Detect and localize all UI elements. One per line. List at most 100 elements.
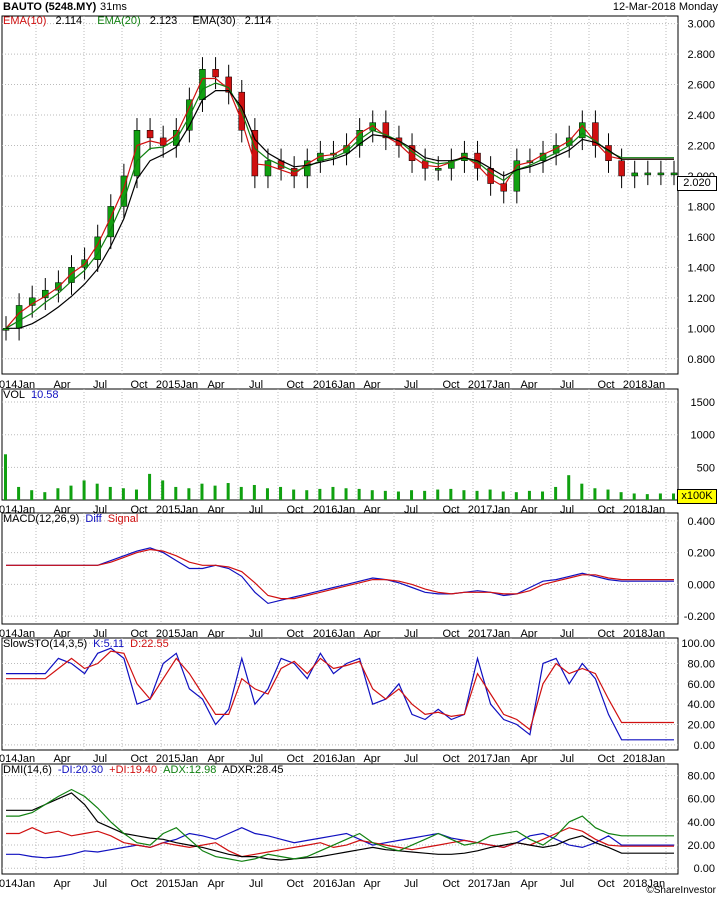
price-y-tick-label: 1.400 [687, 262, 715, 274]
sto-x-tick-label: Apr [363, 753, 380, 765]
volume-bar [462, 490, 466, 500]
volume-bar [318, 488, 322, 500]
volume-bar [134, 489, 138, 500]
dmi-y-tick-label: 20.00 [687, 840, 715, 852]
sto-x-tick-label: Oct [597, 753, 614, 765]
volume-bar [43, 492, 47, 500]
volume-bar [69, 485, 73, 500]
sto-y-tick-label: 20.00 [687, 720, 715, 732]
ema20-legend: EMA(20) 2.123 [97, 15, 178, 27]
volume-bar [161, 480, 165, 500]
volume-bar [265, 488, 269, 500]
dmi-x-tick-label: Jul [93, 878, 107, 890]
price-candle-body [264, 160, 272, 177]
sto-x-tick-label: 2017Jan [468, 753, 510, 765]
sto-y-tick-label: 40.00 [687, 699, 715, 711]
volume-bar [292, 489, 296, 500]
dmi-x-tick-label: Jul [404, 878, 418, 890]
volume-bar [658, 493, 662, 500]
volume-bar [331, 486, 335, 500]
dmi-x-tick-label: Apr [207, 878, 224, 890]
dmi-y-tick-label: 60.00 [687, 794, 715, 806]
dmi-x-tick-label: 2014Jan [0, 878, 35, 890]
dmi-y-tick-label: 0.00 [694, 863, 715, 875]
volume-bar [606, 489, 610, 500]
price-candle-body [631, 172, 638, 177]
volume-bar [501, 491, 505, 500]
sto-panel-frame [1, 637, 679, 751]
sto-x-tick-label: Jul [560, 753, 574, 765]
price-y-tick-label: 1.000 [687, 323, 715, 335]
volume-bar [527, 490, 531, 500]
volume-bar [436, 489, 440, 500]
dmi-x-tick-label: Oct [130, 878, 147, 890]
price-candle-body [146, 130, 154, 139]
volume-bar [174, 486, 178, 500]
ema10-legend: EMA(10) 2.114 [3, 15, 83, 27]
volume-bar [541, 491, 545, 500]
volume-bar [423, 490, 427, 500]
price-candle-body [251, 130, 259, 177]
volume-bar [383, 490, 387, 500]
sto-x-tick-label: 2018Jan [623, 753, 665, 765]
price-candle-body [434, 168, 442, 171]
volume-bar [410, 490, 414, 500]
volume-bar [108, 486, 112, 500]
macd-y-tick-label: -0.200 [684, 611, 715, 623]
price-y-tick-label: 2.200 [687, 140, 715, 152]
price-panel-frame [1, 15, 679, 375]
price-y-tick-label: 2.600 [687, 80, 715, 92]
volume-bar [396, 491, 400, 500]
price-y-tick-label: 1.200 [687, 293, 715, 305]
dmi-y-tick-label: 80.00 [687, 771, 715, 783]
volume-bar [200, 483, 204, 500]
sto-x-tick-label: 2016Jan [313, 753, 355, 765]
ema30-legend: EMA(30) 2.114 [192, 15, 272, 27]
volume-bar [226, 483, 230, 500]
sto-y-tick-label: 60.00 [687, 679, 715, 691]
dmi-x-tick-label: Jul [560, 878, 574, 890]
dmi-x-tick-label: Apr [363, 878, 380, 890]
sto-x-tick-label: Apr [520, 753, 537, 765]
volume-bar [239, 486, 243, 500]
volume-bar [488, 489, 492, 500]
sto-x-tick-label: Jul [404, 753, 418, 765]
price-y-tick-label: 2.400 [687, 110, 715, 122]
dmi-y-tick-label: 40.00 [687, 817, 715, 829]
volume-bar [56, 488, 60, 500]
volume-panel-frame [1, 388, 679, 501]
dmi-x-tick-label: 2016Jan [313, 878, 355, 890]
dmi-x-tick-label: Oct [442, 878, 459, 890]
price-y-tick-label: 0.800 [687, 354, 715, 366]
price-candle-body [644, 172, 652, 176]
volume-bar [95, 483, 99, 500]
macd-panel-frame [1, 512, 679, 625]
volume-bar [672, 493, 675, 500]
price-candle-body [670, 172, 678, 176]
volume-bar [4, 454, 7, 500]
price-candle-body [618, 160, 625, 177]
macd-y-tick-label: 0.000 [687, 579, 715, 591]
volume-bar [30, 490, 34, 500]
footer-credit: ©ShareInvestor [646, 885, 716, 896]
dmi-x-tick-label: Apr [520, 878, 537, 890]
volume-legend: VOL 10.58 [3, 389, 59, 401]
volume-bar [148, 473, 152, 500]
volume-bar [17, 486, 21, 500]
volume-bar [213, 485, 217, 500]
price-y-tick-label: 3.000 [687, 19, 715, 31]
price-legend: EMA(10) 2.114 EMA(20) 2.123 EMA(30) 2.11… [3, 15, 284, 27]
sto-x-tick-label: Oct [442, 753, 459, 765]
volume-bar [619, 492, 623, 500]
price-y-tick-label: 2.800 [687, 49, 715, 61]
volume-y-tick-label: 500 [697, 462, 715, 474]
volume-y-tick-label: 1000 [691, 430, 715, 442]
price-y-tick-label: 1.600 [687, 232, 715, 244]
volume-bar [580, 483, 584, 500]
macd-y-tick-label: 0.400 [687, 516, 715, 528]
sto-y-tick-label: 80.00 [687, 658, 715, 670]
last-price-badge: 2.020 [677, 176, 717, 191]
dmi-x-tick-label: 2017Jan [468, 878, 510, 890]
volume-bar [593, 488, 597, 500]
macd-y-tick-label: 0.200 [687, 548, 715, 560]
